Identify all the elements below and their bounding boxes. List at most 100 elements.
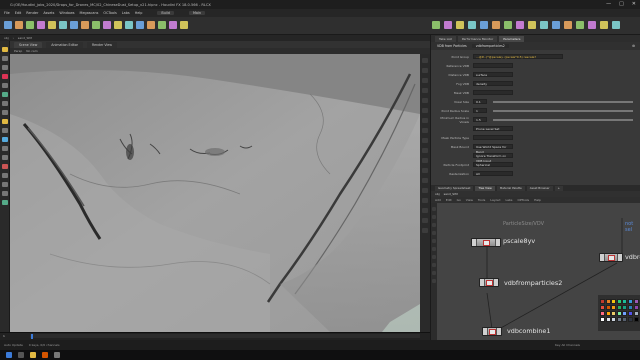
- houdini-icon[interactable]: [42, 352, 48, 358]
- close-button[interactable]: ✕: [632, 1, 636, 7]
- param-field[interactable]: surface: [473, 72, 513, 77]
- node-vdbfromparticles[interactable]: [479, 278, 499, 287]
- net-menu-layout[interactable]: Layout: [490, 198, 500, 202]
- menu-megascans[interactable]: Megascans: [80, 11, 99, 15]
- color-swatch[interactable]: [616, 311, 622, 316]
- color-swatch[interactable]: [616, 305, 622, 310]
- app-icon[interactable]: [54, 352, 60, 358]
- tab-animation-editor[interactable]: Animation Editor: [46, 41, 83, 48]
- tool-icon[interactable]: [2, 146, 8, 151]
- display-option-icon[interactable]: [422, 168, 428, 173]
- color-swatch[interactable]: [600, 299, 605, 304]
- shelf-tool-switcher[interactable]: [612, 21, 620, 29]
- node-pscale[interactable]: [471, 238, 501, 247]
- display-option-icon[interactable]: [422, 88, 428, 93]
- shelf-tool-line[interactable]: [70, 21, 78, 29]
- param-field[interactable]: 1: [473, 108, 487, 113]
- net-tool-icon[interactable]: [432, 271, 436, 275]
- color-swatch[interactable]: [633, 299, 639, 304]
- menu-file[interactable]: File: [4, 11, 10, 15]
- net-tool-icon[interactable]: [432, 255, 436, 259]
- search-icon[interactable]: [18, 352, 24, 358]
- param-slider[interactable]: [493, 110, 633, 112]
- param-field[interactable]: [473, 63, 513, 68]
- display-option-icon[interactable]: [422, 58, 428, 63]
- shelf-tool-sky-light[interactable]: [528, 21, 536, 29]
- param-field[interactable]: [473, 90, 513, 95]
- menu-labs[interactable]: Labs: [122, 11, 130, 15]
- display-option-icon[interactable]: [422, 78, 428, 83]
- view-label[interactable]: Persp: [14, 49, 22, 53]
- shelf-tool-torus[interactable]: [37, 21, 45, 29]
- shelf-tool-geometry-light[interactable]: [480, 21, 488, 29]
- param-slider[interactable]: [493, 101, 633, 103]
- param-slider[interactable]: [493, 119, 633, 121]
- net-tool-icon[interactable]: [432, 207, 436, 211]
- color-swatch[interactable]: [622, 299, 628, 304]
- shelf-tool-tube[interactable]: [26, 21, 34, 29]
- tool-icon[interactable]: [2, 83, 8, 88]
- tool-icon[interactable]: [2, 155, 8, 160]
- renderer-select[interactable]: Main: [188, 11, 206, 15]
- tool-icon[interactable]: [2, 173, 8, 178]
- color-swatch[interactable]: [622, 317, 628, 322]
- display-option-icon[interactable]: [422, 108, 428, 113]
- color-swatch[interactable]: [605, 305, 611, 310]
- menu-octools[interactable]: OCTools: [103, 11, 116, 15]
- param-field[interactable]: [473, 135, 513, 140]
- color-swatch[interactable]: [600, 317, 605, 322]
- color-swatch[interactable]: [605, 299, 611, 304]
- shelf-tool-point-light[interactable]: [444, 21, 452, 29]
- color-swatch[interactable]: [633, 317, 639, 322]
- tool-icon[interactable]: [2, 65, 8, 70]
- shelf-tool-caustic-light[interactable]: [552, 21, 560, 29]
- display-option-icon[interactable]: [422, 148, 428, 153]
- maximize-button[interactable]: □: [619, 1, 624, 7]
- shelf-tool-path[interactable]: [114, 21, 122, 29]
- auto-update-toggle[interactable]: Auto Update: [4, 343, 23, 347]
- param-field[interactable]: density: [473, 81, 513, 86]
- display-option-icon[interactable]: [422, 98, 428, 103]
- color-palette[interactable]: [598, 295, 640, 331]
- shelf-tool-stereo-camera[interactable]: [588, 21, 596, 29]
- color-swatch[interactable]: [605, 317, 611, 322]
- gear-icon[interactable]: ⚙: [632, 44, 635, 48]
- shelf-tool-gi-light[interactable]: [540, 21, 548, 29]
- tool-icon[interactable]: [2, 110, 8, 115]
- net-menu-view[interactable]: View: [466, 198, 473, 202]
- shelf-tool-portal-light[interactable]: [564, 21, 572, 29]
- menu-edit[interactable]: Edit: [15, 11, 22, 15]
- net-tool-icon[interactable]: [432, 239, 436, 243]
- node-vdbcombine[interactable]: [482, 327, 502, 336]
- minimize-button[interactable]: —: [606, 1, 611, 7]
- net-tool-icon[interactable]: [432, 263, 436, 267]
- shelf-tool-sphere[interactable]: [15, 21, 23, 29]
- net-tool-icon[interactable]: [432, 223, 436, 227]
- camera-label[interactable]: No cam: [26, 49, 37, 53]
- net-path-obj[interactable]: obj: [435, 192, 440, 196]
- param-field[interactable]: Use World Space for Band: [473, 144, 513, 154]
- tool-icon[interactable]: [2, 119, 8, 124]
- color-swatch[interactable]: [605, 311, 611, 316]
- display-option-icon[interactable]: [422, 128, 428, 133]
- shelf-tool-draw-curve[interactable]: [103, 21, 111, 29]
- net-menu-go[interactable]: Go: [457, 198, 461, 202]
- net-menu-add[interactable]: Add: [435, 198, 441, 202]
- color-swatch[interactable]: [600, 305, 605, 310]
- color-swatch[interactable]: [600, 311, 605, 316]
- shelf-tool-file[interactable]: [180, 21, 188, 29]
- net-menu-tools[interactable]: Tools: [478, 198, 485, 202]
- color-swatch[interactable]: [622, 305, 628, 310]
- shelf-tool-spray-paint[interactable]: [125, 21, 133, 29]
- color-swatch[interactable]: [616, 299, 622, 304]
- param-field[interactable]: ...@P...(*@pscale), (pscale*0.5) rescale…: [473, 54, 563, 59]
- net-tool-icon[interactable]: [432, 279, 436, 283]
- color-swatch[interactable]: [628, 299, 633, 304]
- scene-viewport[interactable]: [10, 54, 420, 332]
- shelf-tool-null[interactable]: [59, 21, 67, 29]
- menu-assets[interactable]: Assets: [43, 11, 54, 15]
- color-swatch[interactable]: [611, 299, 617, 304]
- shelf-tool-area-light[interactable]: [468, 21, 476, 29]
- color-swatch[interactable]: [633, 305, 639, 310]
- tool-icon[interactable]: [2, 128, 8, 133]
